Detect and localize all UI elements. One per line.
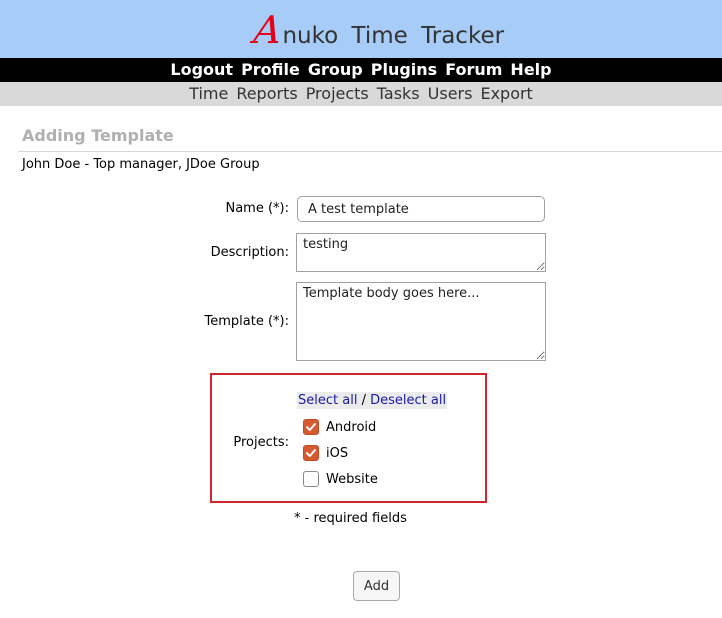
user-info: John Doe - Top manager, JDoe Group: [22, 157, 260, 172]
project-row-website: Website: [303, 470, 378, 488]
subnav-time[interactable]: Time: [189, 82, 228, 106]
project-name: iOS: [326, 445, 349, 461]
select-all-link[interactable]: Select all: [298, 393, 357, 408]
name-label: Name (*):: [225, 201, 289, 216]
required-fields-note: * - required fields: [294, 511, 407, 526]
template-textarea[interactable]: Template body goes here...: [296, 282, 546, 361]
project-name: Website: [326, 471, 378, 487]
title-divider: [18, 151, 722, 152]
nav-logout[interactable]: Logout: [170, 58, 233, 82]
description-label: Description:: [210, 245, 289, 260]
deselect-all-link[interactable]: Deselect all: [370, 393, 446, 408]
checkbox-android[interactable]: [303, 419, 319, 435]
app-logo[interactable]: A nuko Time Tracker: [251, 8, 504, 52]
project-row-ios: iOS: [303, 444, 348, 462]
sub-nav: Time Reports Projects Tasks Users Export: [0, 82, 722, 106]
nav-group[interactable]: Group: [308, 58, 363, 82]
project-row-android: Android: [303, 418, 376, 436]
header-banner: A nuko Time Tracker: [0, 0, 722, 58]
project-name: Android: [326, 419, 377, 435]
checkmark-icon: [306, 423, 316, 431]
checkbox-website[interactable]: [303, 471, 319, 487]
nav-profile[interactable]: Profile: [241, 58, 300, 82]
projects-label: Projects:: [233, 435, 289, 450]
main-nav: Logout Profile Group Plugins Forum Help: [0, 58, 722, 82]
logo-initial: A: [251, 8, 284, 52]
subnav-export[interactable]: Export: [480, 82, 532, 106]
nav-plugins[interactable]: Plugins: [371, 58, 437, 82]
checkmark-icon: [306, 449, 316, 457]
subnav-projects[interactable]: Projects: [306, 82, 369, 106]
add-button[interactable]: Add: [353, 571, 400, 601]
select-links: Select all / Deselect all: [297, 392, 448, 409]
subnav-reports[interactable]: Reports: [236, 82, 297, 106]
checkbox-ios[interactable]: [303, 445, 319, 461]
subnav-users[interactable]: Users: [428, 82, 473, 106]
select-separator: /: [361, 393, 366, 408]
description-textarea[interactable]: testing: [296, 233, 546, 272]
nav-forum[interactable]: Forum: [445, 58, 502, 82]
name-input[interactable]: [297, 196, 545, 222]
template-label: Template (*):: [204, 314, 289, 329]
subnav-tasks[interactable]: Tasks: [377, 82, 420, 106]
nav-help[interactable]: Help: [510, 58, 551, 82]
page-title: Adding Template: [22, 126, 174, 145]
logo-text: nuko Time Tracker: [282, 23, 505, 49]
